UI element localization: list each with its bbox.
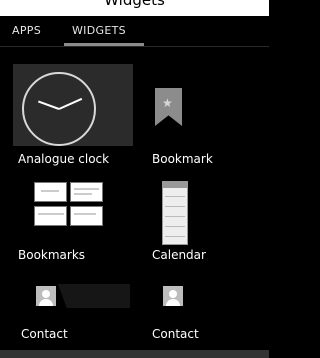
widget-label-analogue-clock: Analogue clock (18, 152, 110, 166)
widget-label-contact: Contact (21, 327, 68, 341)
bottom-bar (0, 350, 269, 358)
calendar-row (165, 216, 185, 217)
calendar-header (163, 182, 187, 188)
thumbnail-line (74, 213, 96, 215)
contact-avatar-icon (36, 286, 56, 306)
star-icon: ★ (162, 96, 173, 110)
calendar-row (165, 196, 185, 197)
active-tab-indicator (64, 43, 144, 46)
avatar-head (42, 290, 50, 298)
bookmark-thumbnail (34, 206, 67, 226)
widget-label-bookmarks: Bookmarks (18, 248, 86, 262)
thumbnail-line (74, 188, 99, 190)
contact-preview-strip (58, 284, 130, 308)
widget-label-calendar: Calendar (152, 248, 206, 262)
widget-label-contact-2: Contact (152, 327, 199, 341)
thumbnail-line (38, 213, 64, 215)
tab-apps[interactable]: APPS (12, 24, 41, 37)
avatar-body (166, 299, 180, 306)
screen-title: Widgets (0, 0, 269, 16)
avatar-body (39, 299, 53, 306)
calendar-row (165, 206, 185, 207)
bookmark-thumbnail (70, 182, 103, 202)
bookmark-thumbnail (70, 206, 103, 226)
screen-title-text: Widgets (104, 0, 165, 9)
tab-widgets[interactable]: WIDGETS (72, 24, 126, 37)
calendar-icon (162, 181, 188, 245)
contact-avatar-icon (163, 286, 183, 306)
thumbnail-line (74, 193, 92, 195)
widget-label-bookmark: Bookmark (152, 152, 213, 166)
avatar-head (169, 290, 177, 298)
calendar-row (165, 226, 185, 227)
thumbnail-line (41, 190, 59, 192)
calendar-row (165, 236, 185, 237)
bookmark-thumbnail (34, 182, 67, 202)
